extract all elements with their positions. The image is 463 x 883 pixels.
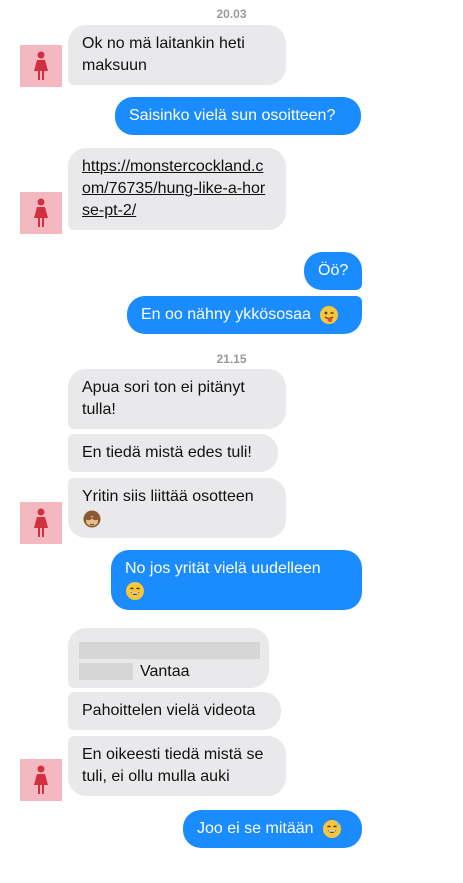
grinning-sweat-emoji-icon (322, 819, 341, 838)
message-text: Öö? (318, 262, 349, 279)
outgoing-message[interactable]: Öö? (304, 252, 362, 290)
outgoing-message[interactable]: No jos yrität vielä uudelleen (111, 550, 362, 610)
message-text: Joo ei se mitään (197, 820, 314, 837)
outgoing-message[interactable]: En oo nähny ykkösosaa (127, 296, 362, 334)
incoming-message[interactable]: Pahoittelen vielä videota (68, 692, 281, 730)
message-text: Pahoittelen vielä videota (82, 702, 256, 719)
female-user-icon (34, 508, 48, 537)
incoming-message[interactable]: Apua sori ton ei pitänyt tulla! (68, 369, 286, 429)
message-text: Yritin siis liittää osotteen (82, 488, 254, 505)
avatar[interactable] (20, 192, 62, 234)
avatar[interactable] (20, 759, 62, 801)
incoming-message[interactable]: Yritin siis liittää osotteen (68, 478, 286, 538)
incoming-message[interactable]: En tiedä mistä edes tuli! (68, 434, 278, 472)
timestamp: 21.15 (216, 352, 247, 366)
message-text: Saisinko vielä sun osoitteen? (129, 107, 336, 124)
female-user-icon (34, 198, 48, 227)
female-user-icon (34, 51, 48, 80)
redacted-postal-code (79, 663, 133, 680)
redacted-street-address (79, 642, 260, 659)
avatar[interactable] (20, 502, 62, 544)
message-text: Ok no mä laitankin heti maksuun (82, 35, 245, 74)
winking-tongue-emoji-icon (320, 305, 339, 324)
smiling-emoji-icon (126, 581, 144, 600)
outgoing-message[interactable]: Joo ei se mitään (183, 810, 362, 848)
message-text: En oo nähny ykkösosaa (141, 306, 311, 323)
message-text: En oikeesti tiedä mistä se tuli, ei ollu… (82, 746, 264, 785)
message-text: En tiedä mistä edes tuli! (82, 444, 252, 461)
female-user-icon (34, 765, 48, 794)
timestamp: 20.03 (216, 7, 247, 21)
address-city: Vantaa (140, 663, 190, 680)
avatar[interactable] (20, 45, 62, 87)
incoming-message-address[interactable]: Vantaa (68, 628, 269, 688)
message-link[interactable]: https://monstercockland.com/76735/hung-l… (82, 158, 265, 219)
outgoing-message[interactable]: Saisinko vielä sun osoitteen? (115, 97, 361, 135)
incoming-message[interactable]: En oikeesti tiedä mistä se tuli, ei ollu… (68, 736, 286, 796)
incoming-message[interactable]: Ok no mä laitankin heti maksuun (68, 25, 286, 85)
message-text: No jos yrität vielä uudelleen (125, 560, 321, 577)
see-no-evil-monkey-emoji-icon (83, 510, 101, 528)
message-text: Apua sori ton ei pitänyt tulla! (82, 379, 245, 418)
incoming-message-link[interactable]: https://monstercockland.com/76735/hung-l… (68, 148, 286, 230)
